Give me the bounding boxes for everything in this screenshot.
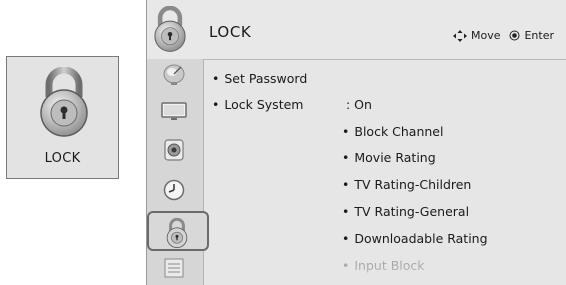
move-hint-label: Move <box>470 29 501 42</box>
clock-icon <box>163 179 185 201</box>
sidebar-item-lock[interactable] <box>147 211 209 251</box>
sidebar-item-time[interactable] <box>147 175 203 207</box>
scroll-fade <box>204 265 566 285</box>
lock-category-tile[interactable]: LOCK <box>6 56 119 179</box>
bullet: • <box>342 204 350 219</box>
enter-hint: Enter <box>509 29 554 42</box>
enter-hint-label: Enter <box>524 29 554 42</box>
move-hint: Move <box>452 29 501 42</box>
tile-label: LOCK <box>44 151 81 166</box>
padlock-icon <box>166 218 188 248</box>
menu-header: LOCK Move Enter <box>147 0 566 60</box>
bullet: • <box>342 124 350 139</box>
sidebar-item-option[interactable] <box>147 253 203 285</box>
navigation-hints: Move Enter <box>444 29 554 42</box>
menu-sidebar <box>147 59 209 285</box>
menu-item-tv-rating-general[interactable]: • TV Rating-General <box>342 204 469 219</box>
page-title: LOCK <box>209 23 252 41</box>
menu-item-label: Downloadable Rating <box>354 231 488 246</box>
lock-menu-window: LOCK Move Enter • Set Password • Lock Sy… <box>146 0 566 285</box>
sidebar-item-channel[interactable] <box>147 60 203 92</box>
bullet: • <box>342 150 350 165</box>
menu-item-block-channel[interactable]: • Block Channel <box>342 124 443 139</box>
menu-item-label: Set Password <box>224 71 308 86</box>
bullet: • <box>212 71 220 86</box>
menu-item-label: Movie Rating <box>354 150 436 165</box>
lock-system-value: : On <box>346 97 372 112</box>
menu-item-label: TV Rating-General <box>354 204 470 219</box>
menu-item-downloadable-rating[interactable]: • Downloadable Rating <box>342 231 488 246</box>
tv-screen-icon <box>161 102 187 120</box>
sidebar-item-audio[interactable] <box>147 135 203 167</box>
menu-item-movie-rating[interactable]: • Movie Rating <box>342 150 436 165</box>
menu-content: • Set Password • Lock System : On • Block C… <box>204 59 566 285</box>
padlock-icon <box>40 67 88 137</box>
speaker-icon <box>164 139 184 161</box>
menu-item-label: Lock System <box>224 97 304 112</box>
menu-item-lock-system[interactable]: • Lock System <box>212 97 303 112</box>
menu-item-tv-rating-children[interactable]: • TV Rating-Children <box>342 177 471 192</box>
options-icon <box>164 258 184 278</box>
satellite-dish-icon <box>163 64 185 85</box>
menu-item-label: Block Channel <box>354 124 444 139</box>
sidebar-item-picture[interactable] <box>147 96 203 128</box>
padlock-icon <box>154 6 186 52</box>
bullet: • <box>212 97 220 112</box>
move-arrows-icon <box>452 29 467 42</box>
bullet: • <box>342 231 350 246</box>
menu-item-set-password[interactable]: • Set Password <box>212 71 307 86</box>
bullet: • <box>342 177 350 192</box>
menu-item-label: TV Rating-Children <box>354 177 472 192</box>
enter-circle-icon <box>509 30 520 41</box>
